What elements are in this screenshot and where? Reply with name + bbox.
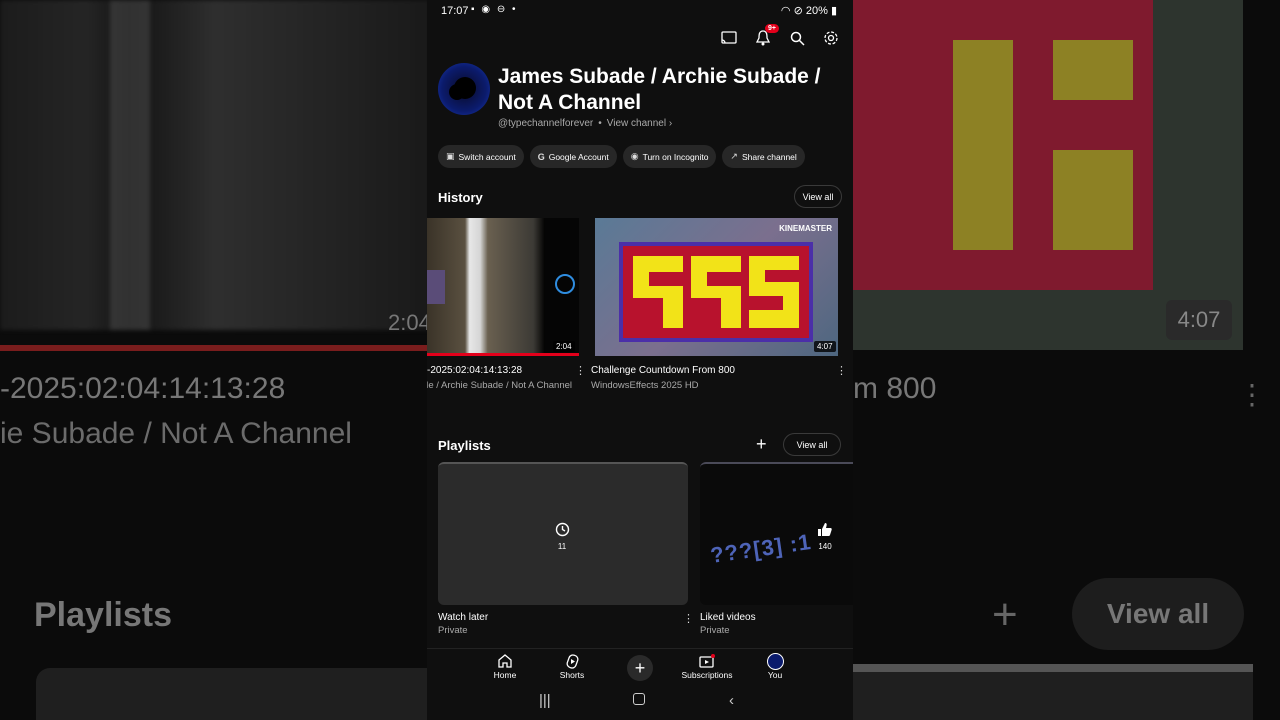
notifications-badge: 9+ — [765, 24, 779, 33]
kinemaster-watermark: KINEMASTER — [779, 224, 832, 233]
cast-icon[interactable] — [719, 28, 739, 48]
more-options-icon[interactable]: ⋮ — [683, 612, 694, 625]
chip-label: Share channel — [741, 151, 797, 162]
bg-left-channel: ie Subade / Not A Channel — [0, 417, 352, 450]
recent-apps-icon[interactable]: ||| — [539, 692, 551, 709]
status-notification-icons: ▪ ◉ ⊖ • — [471, 4, 518, 15]
history-video-thumbnail-1[interactable]: 2:04 — [427, 218, 579, 356]
bg-left-thumbnail — [0, 0, 430, 330]
channel-handle-row: @typechannelforever • View channel › — [498, 118, 673, 129]
incognito-icon: ◉ — [630, 151, 639, 161]
bottom-navigation: Home Shorts + Subscriptions You — [427, 648, 853, 686]
liked-videos-privacy: Private — [700, 625, 730, 636]
google-account-chip[interactable]: G Google Account — [529, 145, 617, 168]
video-duration: 4:07 — [814, 341, 836, 352]
channel-name: James Subade / Archie Subade / Not A Cha… — [498, 65, 821, 114]
home-button-icon[interactable] — [633, 693, 645, 705]
notifications-icon[interactable]: 9+ — [753, 24, 779, 48]
you-avatar-icon — [735, 652, 815, 670]
battery-icon: ▮ — [827, 5, 837, 17]
add-playlist-plus-icon[interactable]: + — [756, 434, 767, 455]
history-heading: History — [438, 190, 483, 205]
switch-account-icon: ▣ — [446, 151, 455, 161]
playlist-count: 11 — [557, 542, 567, 551]
playlist-count: 140 — [818, 542, 832, 551]
channel-handle: @typechannelforever — [498, 118, 594, 129]
liked-thumb-text: ???[3] :1 — [708, 529, 814, 568]
more-options-icon[interactable]: ⋮ — [836, 364, 847, 377]
search-icon[interactable] — [787, 28, 807, 48]
nav-shorts[interactable]: Shorts — [532, 652, 612, 680]
history-video-thumbnail-2[interactable]: KINEMASTER 4:07 — [595, 218, 838, 356]
status-bar: 17:07 ▪ ◉ ⊖ • ◠ ⊘ 20% ▮ — [427, 0, 853, 22]
nav-shorts-label: Shorts — [559, 670, 585, 680]
video-duration: 2:04 — [553, 341, 575, 352]
history-video-title-1[interactable]: -2025:02:04:14:13:28 — [427, 365, 577, 376]
camera-icon — [555, 274, 575, 294]
watch-later-title[interactable]: Watch later — [438, 612, 488, 623]
bg-right-title: m 800 — [853, 372, 937, 405]
history-video-title-2[interactable]: Challenge Countdown From 800 — [591, 365, 821, 376]
back-icon[interactable]: ‹ — [729, 692, 734, 709]
chevron-right-icon: › — [666, 118, 673, 129]
google-icon: G — [537, 151, 545, 162]
history-video-channel-1: James Subade / Archie Subade / Not A Cha… — [427, 380, 572, 391]
top-app-bar: 9+ — [719, 24, 841, 50]
view-channel-link[interactable]: View channel — [607, 118, 666, 129]
bg-view-all: View all — [1072, 578, 1244, 650]
share-icon: ↗ — [730, 151, 738, 161]
account-chips: ▣ Switch account G Google Account ◉ Turn… — [438, 145, 805, 168]
more-options-icon[interactable]: ⋮ — [575, 364, 586, 377]
watch-later-privacy: Private — [438, 625, 468, 636]
watch-progress-bar — [427, 353, 579, 356]
bg-left-playlists: Playlists — [34, 596, 172, 634]
battery-level: 20% — [805, 5, 828, 17]
bg-right-thumbnail — [853, 0, 1243, 350]
bg-left-card — [36, 668, 430, 720]
liked-videos-thumbnail[interactable]: ???[3] :1 140 — [700, 462, 853, 605]
bg-right-duration: 4:07 — [1166, 300, 1232, 340]
nav-you[interactable]: You — [735, 652, 815, 680]
settings-gear-icon[interactable] — [821, 28, 841, 48]
bg-left-progress — [0, 345, 430, 351]
channel-avatar[interactable] — [438, 63, 490, 115]
chip-label: Google Account — [548, 151, 609, 162]
history-view-all-button[interactable]: View all — [794, 185, 842, 208]
nav-you-label: You — [767, 670, 783, 680]
chip-label: Switch account — [458, 151, 516, 162]
watch-later-thumbnail[interactable]: 11 — [438, 462, 688, 605]
thumbs-up-icon — [818, 523, 832, 536]
liked-videos-title[interactable]: Liked videos — [700, 612, 756, 623]
bg-kebab-icon: ⋮ — [1238, 379, 1266, 410]
bg-left-title: -2025:02:04:14:13:28 — [0, 372, 286, 405]
bg-right-card — [853, 664, 1253, 720]
switch-account-chip[interactable]: ▣ Switch account — [438, 145, 524, 168]
bg-plus-icon: + — [992, 590, 1018, 639]
clock-icon — [555, 522, 570, 537]
playlists-heading: Playlists — [438, 438, 491, 453]
bg-left-duration: 2:04 — [388, 310, 431, 335]
history-video-channel-2: WindowsEffects 2025 HD — [591, 380, 699, 391]
chip-label: Turn on Incognito — [642, 151, 709, 162]
status-time: 17:07 — [441, 5, 469, 17]
create-plus-icon[interactable]: + — [627, 655, 653, 681]
incognito-chip[interactable]: ◉ Turn on Incognito — [622, 145, 717, 168]
system-navigation-bar: ||| ‹ — [427, 686, 853, 720]
playlists-view-all-button[interactable]: View all — [783, 433, 841, 456]
shorts-icon — [532, 652, 612, 670]
phone-screen: 17:07 ▪ ◉ ⊖ • ◠ ⊘ 20% ▮ 9+ James Subade … — [427, 0, 853, 720]
status-right: ◠ ⊘ 20% ▮ — [781, 4, 837, 17]
wifi-icon: ◠ ⊘ — [780, 5, 806, 17]
share-channel-chip[interactable]: ↗ Share channel — [722, 145, 805, 168]
